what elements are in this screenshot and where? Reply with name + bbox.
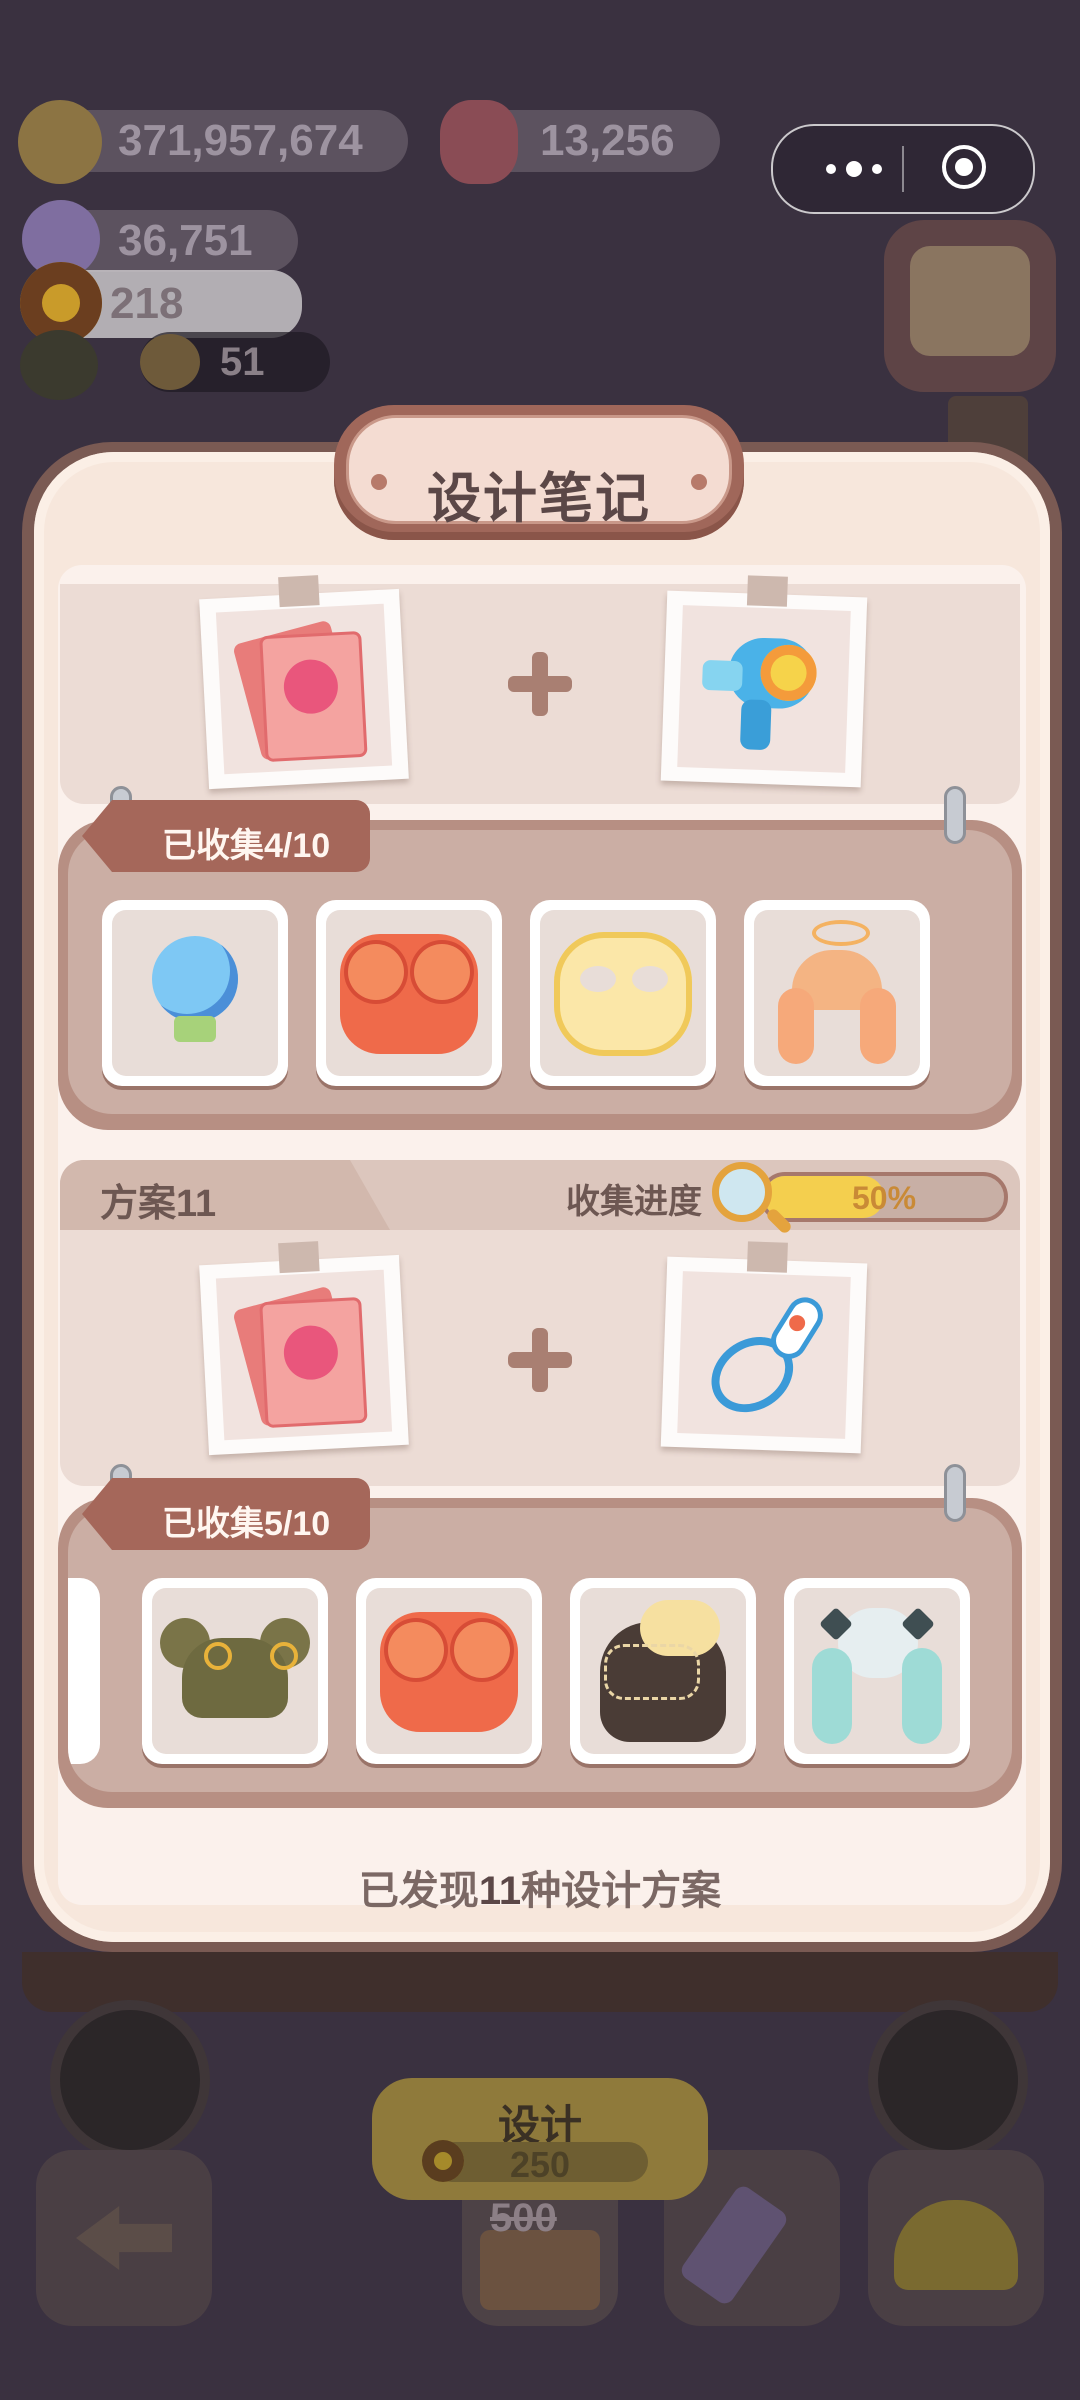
tape bbox=[278, 575, 320, 608]
tape bbox=[746, 575, 788, 607]
mint-twin-tail-wig-icon bbox=[794, 1588, 960, 1754]
discovered-suffix: 种设计方案 bbox=[521, 1869, 722, 1913]
olive-bun-wig-icon bbox=[152, 1588, 318, 1754]
design-button[interactable]: 设计 250 bbox=[372, 2078, 708, 2200]
ingredient-card[interactable] bbox=[199, 575, 409, 790]
discovered-prefix: 已发现 bbox=[358, 1869, 479, 1913]
collected-item-slot[interactable] bbox=[530, 900, 716, 1086]
strawberry-icon bbox=[440, 100, 518, 184]
yep-photo-cards-icon bbox=[215, 603, 393, 775]
modal-title-plate-inner: 设计笔记 bbox=[346, 415, 732, 529]
small-count: 51 bbox=[220, 339, 265, 384]
collected-item-slot[interactable] bbox=[744, 900, 930, 1086]
bulb-icon bbox=[112, 910, 278, 1076]
back-arrow-icon bbox=[76, 2206, 172, 2270]
tape bbox=[278, 1241, 320, 1274]
flower-icon bbox=[20, 330, 98, 400]
close-miniprogram-button[interactable] bbox=[942, 145, 986, 189]
ingredient-card[interactable] bbox=[199, 1241, 409, 1456]
collected-count-tag: 已收集4/10 bbox=[82, 800, 370, 872]
coin-icon bbox=[18, 100, 102, 184]
helmet-icon bbox=[894, 2200, 1018, 2290]
gem-count: 36,751 bbox=[118, 216, 253, 265]
back-button[interactable] bbox=[36, 2150, 212, 2326]
candy-blow-dryer-icon bbox=[677, 605, 851, 773]
hook-icon bbox=[944, 1464, 966, 1522]
recipe-card bbox=[60, 575, 1020, 804]
collected-item-slot[interactable] bbox=[142, 1578, 328, 1764]
progress-bar: 50% bbox=[760, 1172, 1008, 1222]
modal-title: 设计笔记 bbox=[427, 469, 651, 529]
sunflower-icon bbox=[422, 2140, 464, 2182]
collection-tray: 已收集4/10 bbox=[58, 786, 1022, 1130]
collected-count-label: 已收集4/10 bbox=[162, 827, 331, 865]
modal-title-plate: 设计笔记 bbox=[334, 405, 744, 540]
recipe-header: 方案11 收集进度 50% bbox=[60, 1160, 1020, 1230]
miniprogram-capsule bbox=[771, 124, 1035, 214]
collected-item-slot-partial bbox=[68, 1578, 100, 1764]
magnifier-icon bbox=[712, 1162, 772, 1222]
yep-photo-cards-icon bbox=[215, 1269, 393, 1441]
progress-percent: 50% bbox=[851, 1180, 917, 1216]
cart-wheel bbox=[868, 2000, 1028, 2160]
black-net-wig-icon bbox=[580, 1588, 746, 1754]
cart-wheel bbox=[50, 2000, 210, 2160]
discovered-count-text: 已发现11种设计方案 bbox=[0, 1858, 1080, 1916]
tape bbox=[746, 1241, 788, 1273]
box-icon bbox=[480, 2230, 600, 2310]
collected-item-slot[interactable] bbox=[102, 900, 288, 1086]
helmet-button[interactable] bbox=[868, 2150, 1044, 2326]
progress-label: 收集进度 bbox=[566, 1183, 702, 1221]
collected-item-slot[interactable] bbox=[570, 1578, 756, 1764]
heart-count: 13,256 bbox=[540, 116, 675, 165]
journal-button[interactable] bbox=[884, 220, 1056, 392]
collected-count-label: 已收集5/10 bbox=[162, 1505, 331, 1543]
recipe-card: 方案11 收集进度 50% bbox=[60, 1160, 1020, 1486]
recipe-title: 方案11 bbox=[100, 1183, 217, 1225]
cart-base bbox=[22, 1952, 1058, 2012]
bear-icon bbox=[140, 334, 200, 390]
sunflower-count: 218 bbox=[110, 279, 184, 328]
plus-icon bbox=[508, 1328, 572, 1392]
tomato-face-mask-icon bbox=[366, 1588, 532, 1754]
collected-count-tag: 已收集5/10 bbox=[82, 1478, 370, 1550]
plus-icon bbox=[508, 652, 572, 716]
whisk-icon bbox=[677, 1271, 851, 1439]
popcorn-face-mask-icon bbox=[540, 910, 706, 1076]
collected-item-slot[interactable] bbox=[784, 1578, 970, 1764]
coin-count: 371,957,674 bbox=[118, 116, 363, 165]
more-menu-button[interactable] bbox=[809, 154, 899, 184]
ingredient-card[interactable] bbox=[660, 575, 868, 788]
ingredient-card[interactable] bbox=[660, 1241, 868, 1454]
capsule-divider bbox=[902, 146, 904, 192]
discovered-count: 11 bbox=[478, 1869, 522, 1913]
cost-pill: 250 bbox=[432, 2142, 648, 2185]
collection-tray: 已收集5/10 bbox=[58, 1464, 1022, 1808]
collected-item-slot[interactable] bbox=[316, 900, 502, 1086]
tomato-face-mask-icon bbox=[326, 910, 492, 1076]
journal-icon bbox=[910, 246, 1030, 356]
design-cost: 250 bbox=[509, 2144, 571, 2185]
pencil-icon bbox=[677, 2182, 791, 2308]
original-cost: 500 bbox=[490, 2196, 557, 2240]
collected-item-slot[interactable] bbox=[356, 1578, 542, 1764]
hook-icon bbox=[944, 786, 966, 844]
halo-twin-tail-wig-icon bbox=[754, 910, 920, 1076]
